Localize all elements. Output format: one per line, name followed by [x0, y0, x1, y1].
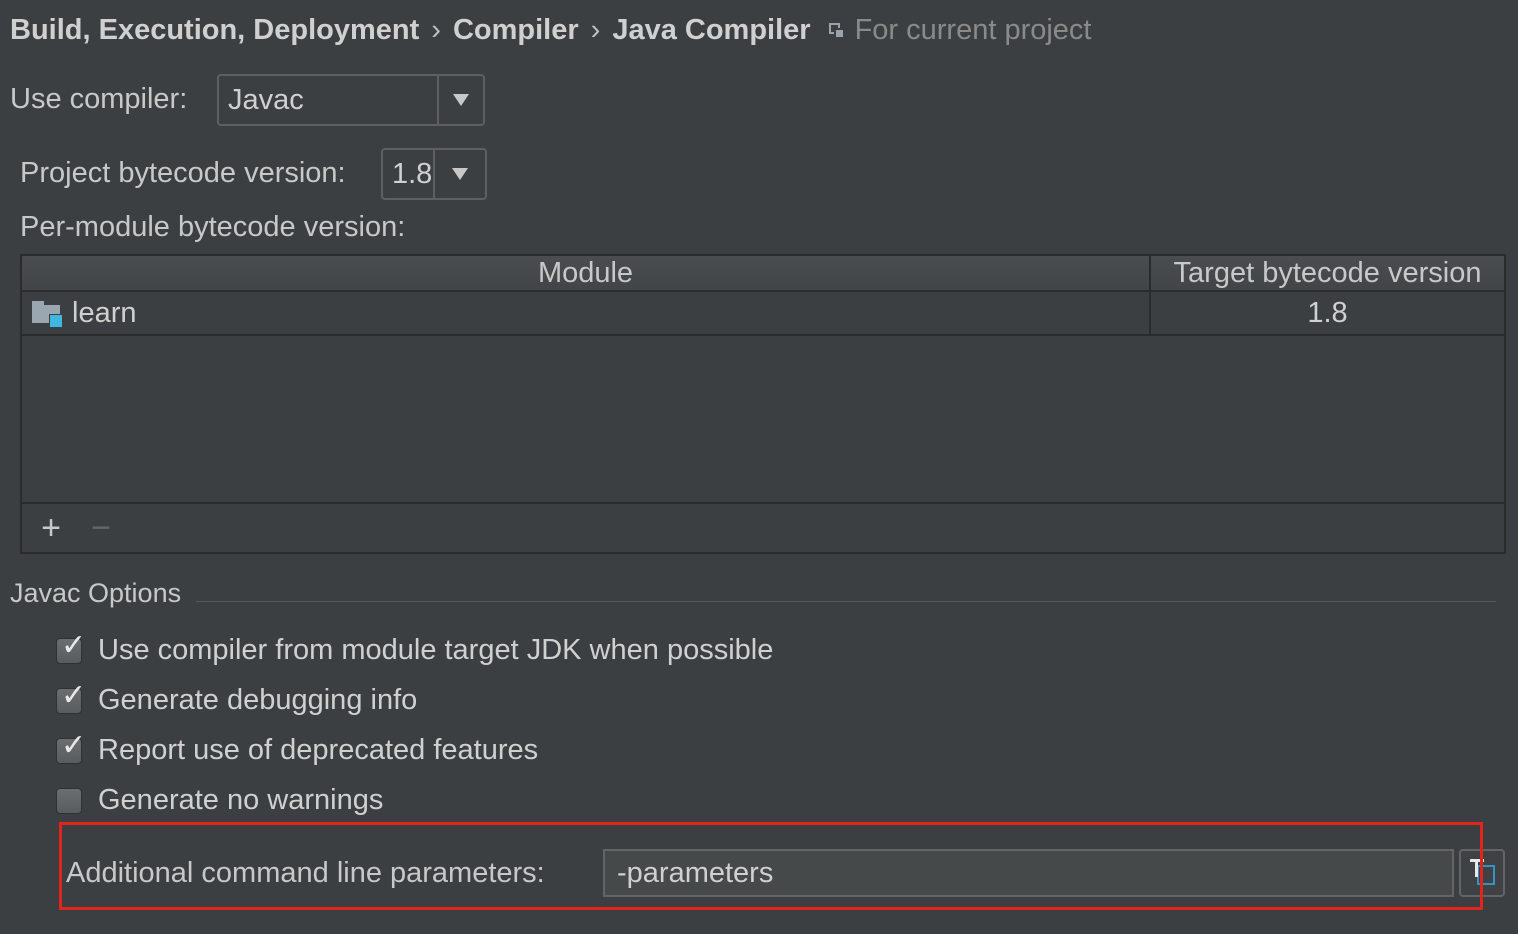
debugging-info-checkbox[interactable]: ✓	[56, 680, 86, 714]
javac-options-title: Javac Options	[10, 578, 182, 608]
bytecode-version-select[interactable]: 1.8	[381, 148, 487, 200]
compiler-select-value: Javac	[228, 83, 304, 116]
target-version-cell[interactable]: 1.8	[1151, 292, 1504, 334]
use-module-jdk-label[interactable]: Use compiler from module target JDK when…	[98, 634, 773, 667]
checkmark-icon: ✓	[61, 628, 87, 662]
scope-text: For current project	[854, 14, 1092, 46]
highlight-annotation	[59, 822, 1483, 910]
breadcrumb-item-compiler[interactable]: Compiler	[453, 14, 579, 47]
no-warnings-checkbox-row[interactable]: Generate no warnings	[56, 784, 383, 817]
bytecode-version-value: 1.8	[392, 157, 433, 190]
checkmark-icon: ✓	[61, 728, 87, 762]
module-cell[interactable]: learn	[22, 292, 1151, 334]
bytecode-dropdown-button[interactable]	[433, 150, 485, 198]
use-compiler-label: Use compiler:	[10, 83, 188, 115]
breadcrumb: Build, Execution, Deployment › Compiler …	[10, 14, 1092, 47]
table-toolbar: + −	[22, 502, 1504, 552]
remove-icon[interactable]: −	[86, 511, 116, 545]
table-row[interactable]: learn 1.8	[22, 292, 1504, 336]
module-bytecode-table[interactable]: Module Target bytecode version learn 1.8…	[20, 254, 1506, 554]
add-icon[interactable]: +	[36, 511, 66, 545]
scope-indicator: For current project	[828, 14, 1092, 47]
breadcrumb-separator: ›	[590, 14, 601, 46]
chevron-down-icon	[452, 168, 468, 180]
debugging-info-label[interactable]: Generate debugging info	[98, 684, 417, 717]
module-name: learn	[72, 296, 137, 329]
deprecated-features-checkbox[interactable]: ✓	[56, 730, 86, 764]
use-module-jdk-checkbox-row[interactable]: ✓ Use compiler from module target JDK wh…	[56, 630, 773, 667]
compiler-dropdown-button[interactable]	[437, 76, 483, 124]
column-header-target-version[interactable]: Target bytecode version	[1151, 256, 1504, 290]
per-module-label: Per-module bytecode version:	[20, 211, 406, 243]
breadcrumb-separator: ›	[431, 14, 441, 46]
no-warnings-label[interactable]: Generate no warnings	[98, 784, 383, 817]
chevron-down-icon	[453, 94, 469, 106]
table-header: Module Target bytecode version	[22, 256, 1504, 292]
debugging-info-checkbox-row[interactable]: ✓ Generate debugging info	[56, 680, 417, 717]
project-bytecode-label: Project bytecode version:	[20, 157, 346, 189]
compiler-select[interactable]: Javac	[217, 74, 485, 126]
no-warnings-checkbox[interactable]	[56, 787, 82, 814]
checkmark-icon: ✓	[61, 678, 87, 712]
use-module-jdk-checkbox[interactable]: ✓	[56, 630, 86, 664]
section-divider	[196, 601, 1496, 602]
breadcrumb-item-java-compiler: Java Compiler	[612, 14, 811, 46]
project-scope-icon	[828, 22, 845, 39]
module-folder-icon	[32, 301, 63, 328]
breadcrumb-item-build[interactable]: Build, Execution, Deployment	[10, 14, 419, 47]
deprecated-features-label[interactable]: Report use of deprecated features	[98, 734, 538, 767]
column-header-module[interactable]: Module	[22, 256, 1151, 290]
deprecated-features-checkbox-row[interactable]: ✓ Report use of deprecated features	[56, 730, 538, 767]
